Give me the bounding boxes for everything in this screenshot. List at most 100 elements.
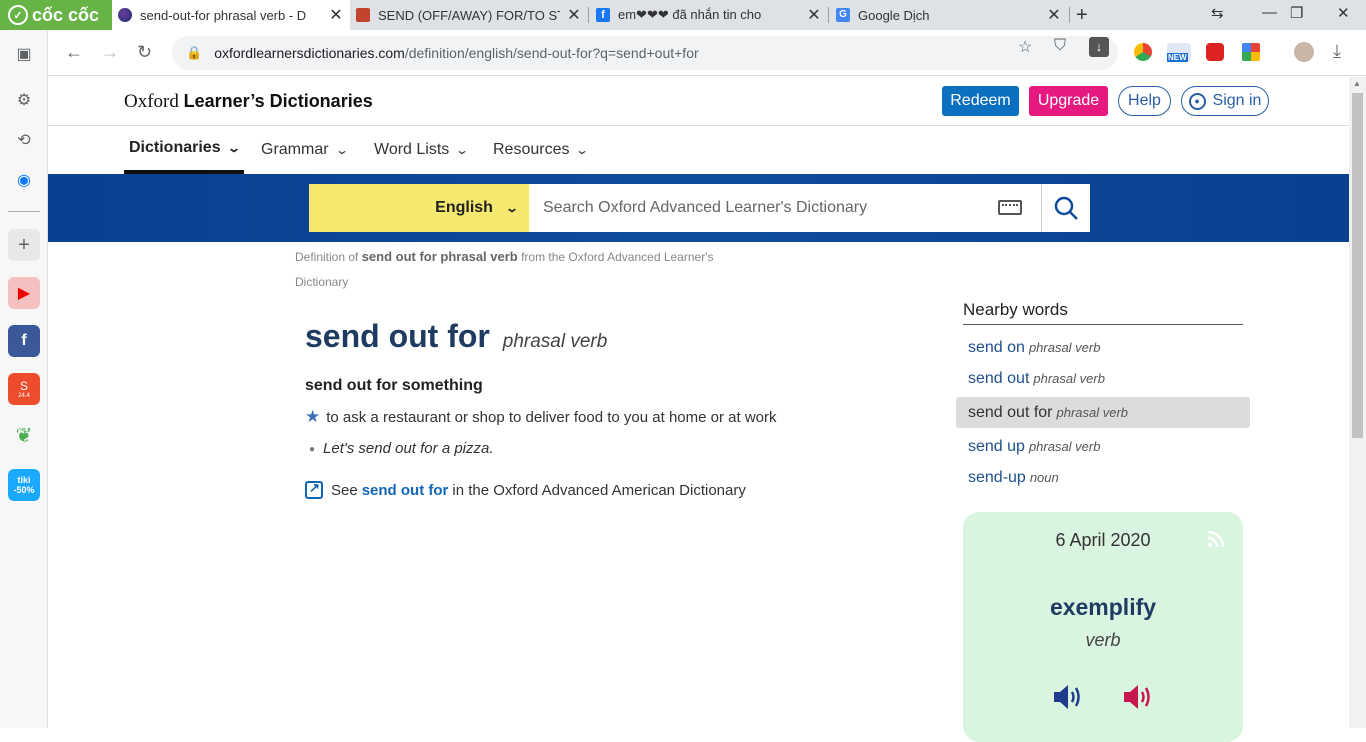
color-grid-extension-icon[interactable] [1242, 43, 1260, 61]
tab-oxford[interactable]: send-out-for phrasal verb - D ✕ [112, 0, 350, 30]
leaf-icon[interactable]: ❦ [8, 419, 40, 451]
rss-icon[interactable] [1207, 530, 1225, 548]
download-icon[interactable]: ⤓ [1333, 41, 1341, 62]
word-of-the-day-card: 6 April 2020 exemplify verb [963, 512, 1243, 742]
forward-arrow-icon[interactable]: → [101, 42, 119, 63]
see-also-link[interactable]: send out for [362, 482, 449, 499]
chevron-down-icon: ⌄ [334, 143, 349, 157]
tiki-label: tiki [17, 475, 31, 485]
nav-dictionaries[interactable]: Dictionaries ⌄ [124, 126, 244, 174]
nav-word-lists[interactable]: Word Lists ⌄ [374, 126, 470, 174]
sign-in-button[interactable]: ● Sign in [1181, 86, 1269, 116]
chevron-down-icon: ⌄ [455, 143, 470, 157]
upgrade-button[interactable]: Upgrade [1029, 86, 1108, 116]
nearby-word: send on [968, 338, 1025, 356]
close-window-button[interactable]: ✕ [1337, 4, 1350, 22]
nearby-word: send out [968, 369, 1030, 387]
red-extension-icon[interactable] [1206, 43, 1224, 61]
keyboard-icon[interactable] [998, 200, 1022, 215]
new-tab-button[interactable]: + [1076, 4, 1088, 27]
restore-button[interactable]: ❐ [1290, 4, 1303, 22]
site-logo[interactable]: Oxford Learner’s Dictionaries [124, 91, 373, 113]
messenger-icon[interactable]: ◉ [8, 164, 40, 196]
add-icon[interactable]: + [8, 229, 40, 261]
google-translate-favicon-icon: G [836, 8, 850, 22]
tab-cambridge[interactable]: SEND (OFF/AWAY) FOR/TO ST ✕ [350, 0, 588, 30]
logo-learners-dictionaries: Learner’s Dictionaries [183, 91, 373, 111]
wotd-word[interactable]: exemplify [963, 594, 1243, 621]
address-bar[interactable]: 🔒 oxfordlearnersdictionaries.com/definit… [172, 36, 1118, 70]
coccoc-sidebar: ▣ ⚙ ⟲ ◉ + ▶ f S 24.4 ❦ tiki -50% [0, 30, 48, 728]
see-also: See send out for in the Oxford Advanced … [305, 480, 746, 499]
url-host: oxfordlearnersdictionaries.com [214, 45, 405, 61]
wotd-date: 6 April 2020 [1055, 530, 1151, 550]
tab-title: send-out-for phrasal verb - D [140, 7, 307, 23]
tiki-icon[interactable]: tiki -50% [8, 469, 40, 501]
close-icon[interactable]: ✕ [566, 5, 582, 25]
bookmark-star-icon[interactable]: ☆ [1018, 37, 1032, 57]
shopee-icon[interactable]: S 24.4 [8, 373, 40, 405]
search-button[interactable] [1041, 184, 1090, 232]
main-nav: Dictionaries ⌄ Grammar ⌄ Word Lists ⌄ Resou… [48, 126, 1349, 174]
example-sentence: ● Let's send out for a pizza. [309, 440, 494, 457]
nearby-word: send-up [968, 468, 1026, 486]
chevron-down-icon: ⌄ [504, 201, 520, 215]
tab-google-translate[interactable]: G Google Dịch ✕ [830, 0, 1068, 30]
language-select[interactable]: English ⌄ [309, 184, 529, 232]
avatar[interactable] [1294, 42, 1314, 62]
shopee-bag-icon: S [19, 379, 28, 393]
chrome-extension-icon[interactable] [1134, 43, 1152, 61]
tab-title: em❤❤❤ đã nhắn tin cho [618, 7, 762, 22]
nav-label: Word Lists [374, 141, 450, 158]
page-title: send out for phrasal verb [305, 318, 607, 355]
facebook-icon[interactable]: f [8, 325, 40, 357]
user-icon: ● [1188, 92, 1206, 110]
scroll-thumb[interactable] [1352, 93, 1363, 438]
tiki-badge: -50% [13, 485, 35, 495]
nearby-words-title: Nearby words [963, 300, 1243, 325]
headword: send out for [305, 318, 490, 354]
star-icon[interactable]: ★ [305, 407, 320, 427]
reload-icon[interactable]: ↻ [137, 42, 152, 63]
nearby-item-send-up-noun[interactable]: send-up noun [956, 462, 1250, 493]
us-pronunciation-speaker-icon[interactable] [1121, 682, 1155, 712]
new-badge-extension-icon[interactable]: NEW [1167, 43, 1191, 62]
nav-grammar[interactable]: Grammar ⌄ [261, 126, 349, 174]
minimize-button[interactable]: — [1262, 4, 1277, 21]
shopee-badge: 24.4 [18, 393, 30, 399]
nearby-word: send up [968, 437, 1025, 455]
tab-separator [588, 7, 589, 23]
settings-gear-icon[interactable]: ⚙ [8, 84, 40, 116]
close-icon[interactable]: ✕ [806, 5, 822, 25]
definition: ★ to ask a restaurant or shop to deliver… [305, 407, 777, 427]
uk-pronunciation-speaker-icon[interactable] [1051, 682, 1085, 712]
nearby-item-send-up[interactable]: send up phrasal verb [956, 431, 1250, 462]
sidebar-toggle-icon[interactable]: ▣ [8, 38, 40, 70]
close-icon[interactable]: ✕ [328, 5, 344, 25]
back-arrow-icon[interactable]: ← [65, 42, 83, 63]
oxford-favicon-icon [118, 8, 132, 22]
tab-separator [1069, 7, 1070, 23]
nearby-words-list: send on phrasal verb send out phrasal verb… [956, 332, 1250, 493]
language-label: English [435, 199, 493, 216]
nav-resources[interactable]: Resources ⌄ [493, 126, 590, 174]
nearby-pos: phrasal verb [1056, 405, 1129, 420]
shield-icon[interactable]: ⛉ [1054, 37, 1066, 55]
redeem-button[interactable]: Redeem [942, 86, 1019, 116]
nearby-item-send-out-for[interactable]: send out for phrasal verb [956, 397, 1250, 428]
scroll-up-icon[interactable]: ▲ [1353, 79, 1361, 88]
nearby-item-send-on[interactable]: send on phrasal verb [956, 332, 1250, 363]
coccoc-brand[interactable]: ✓ cốc cốc [0, 0, 112, 30]
page-scrollbar[interactable]: ▲ [1349, 77, 1366, 728]
tab-search-icon[interactable]: ⇆ [1211, 4, 1224, 22]
youtube-icon[interactable]: ▶ [8, 277, 40, 309]
download-page-icon[interactable]: ↓ [1089, 37, 1109, 57]
close-icon[interactable]: ✕ [1046, 5, 1062, 25]
chevron-down-icon: ⌄ [226, 141, 241, 155]
browser-tab-strip: ✓ cốc cốc send-out-for phrasal verb - D … [0, 0, 1366, 30]
nearby-item-send-out[interactable]: send out phrasal verb [956, 363, 1250, 394]
help-button[interactable]: Help [1118, 86, 1171, 116]
tab-facebook[interactable]: f em❤❤❤ đã nhắn tin cho ✕ [590, 0, 828, 30]
history-icon[interactable]: ⟲ [8, 124, 40, 156]
search-input[interactable] [529, 184, 1041, 232]
